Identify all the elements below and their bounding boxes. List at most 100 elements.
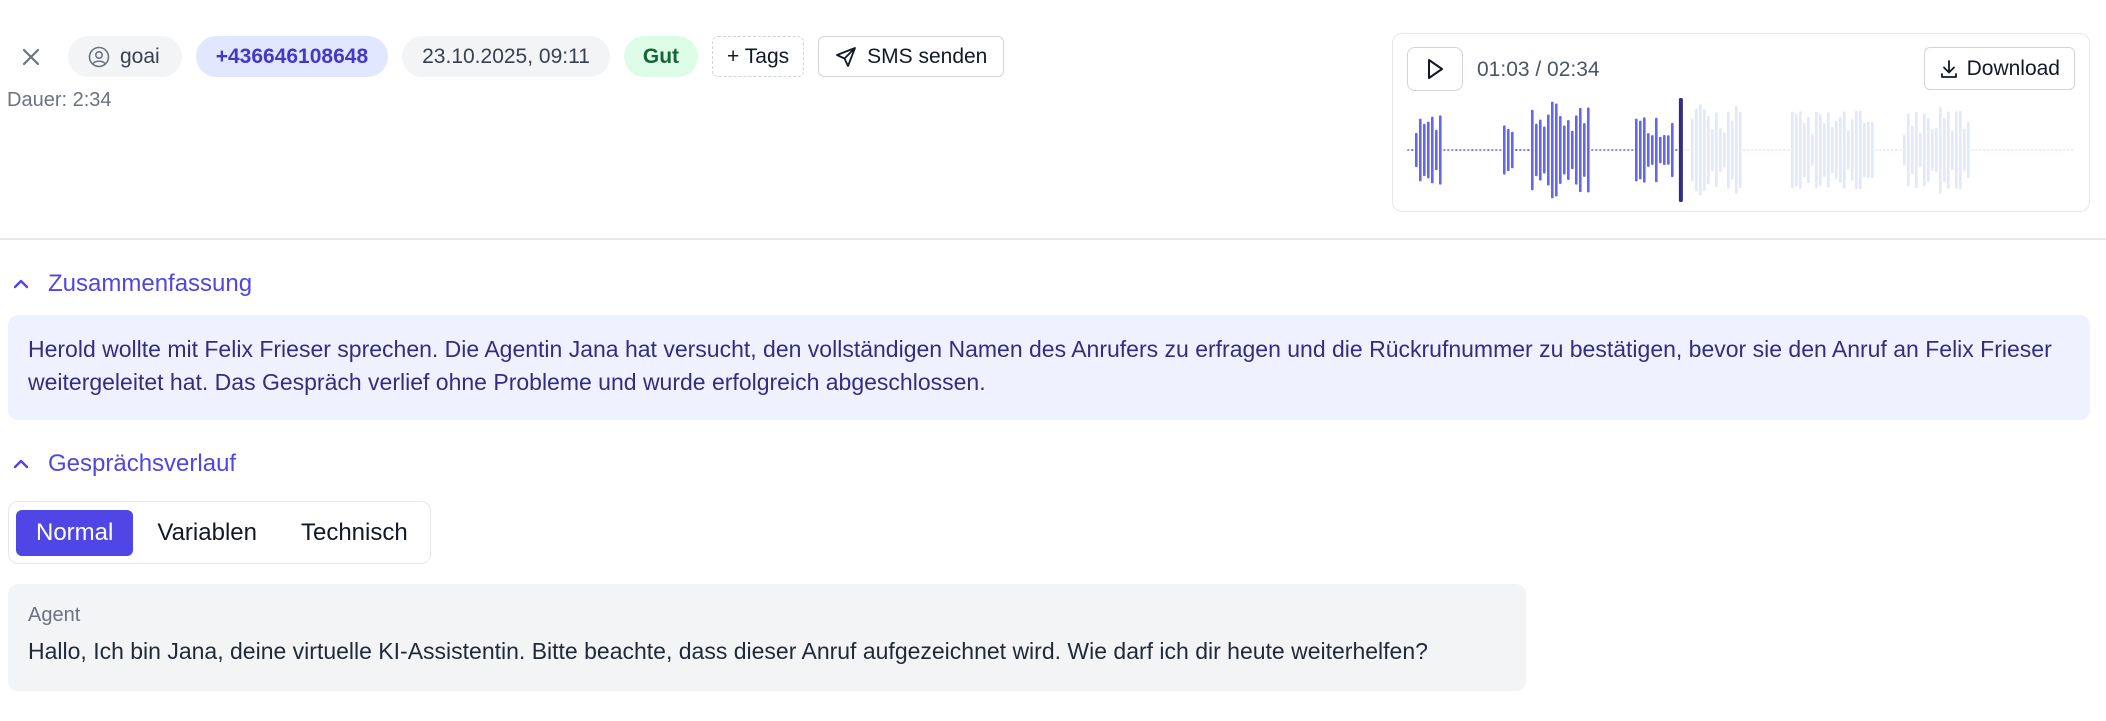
waveform-bar bbox=[1515, 149, 1518, 151]
waveform-bar bbox=[1531, 109, 1534, 191]
waveform-bar bbox=[1619, 149, 1622, 151]
waveform-bar bbox=[1435, 129, 1438, 171]
waveform-bar bbox=[2051, 149, 2054, 151]
waveform-bar bbox=[1923, 113, 1926, 187]
waveform-bar bbox=[1771, 149, 1774, 151]
waveform-bar bbox=[1711, 129, 1714, 171]
waveform-bar bbox=[1963, 128, 1966, 172]
send-sms-button[interactable]: SMS senden bbox=[818, 36, 1005, 77]
waveform-bar bbox=[1887, 149, 1890, 151]
waveform-bar bbox=[1423, 123, 1426, 177]
message-role: Agent bbox=[28, 604, 81, 626]
datetime-chip: 23.10.2025, 09:11 bbox=[402, 36, 610, 77]
phone-chip[interactable]: +436646108648 bbox=[195, 36, 389, 77]
waveform-bar bbox=[1559, 115, 1562, 185]
waveform-bar bbox=[1639, 120, 1642, 180]
playhead-cursor[interactable] bbox=[1678, 98, 1683, 202]
waveform-bar bbox=[1447, 149, 1450, 151]
waveform-bar bbox=[1859, 110, 1862, 190]
waveform-bar bbox=[1463, 149, 1466, 151]
waveform-bar bbox=[1567, 120, 1570, 180]
download-button[interactable]: Download bbox=[1923, 47, 2075, 90]
tab-technisch[interactable]: Technisch bbox=[281, 510, 428, 556]
waveform-bar bbox=[1899, 149, 1902, 151]
waveform-bar bbox=[2019, 149, 2022, 151]
waveform-bar bbox=[1459, 149, 1462, 151]
waveform-bar bbox=[1835, 120, 1838, 180]
waveform-bar bbox=[1599, 149, 1602, 151]
send-sms-label: SMS senden bbox=[867, 44, 988, 68]
waveform-bar bbox=[2027, 149, 2030, 151]
waveform-bar bbox=[1635, 118, 1638, 182]
waveform-bar bbox=[2035, 149, 2038, 151]
waveform-bar bbox=[2055, 149, 2058, 151]
waveform-bar bbox=[1987, 149, 1990, 151]
waveform-bar bbox=[1731, 120, 1734, 180]
conversation-toggle[interactable]: Gesprächsverlauf bbox=[12, 450, 236, 478]
playback-time: 01:03 / 02:34 bbox=[1477, 58, 1600, 81]
play-icon bbox=[1428, 59, 1443, 79]
user-chip[interactable]: goai bbox=[68, 36, 182, 77]
waveform-bar bbox=[1587, 107, 1590, 193]
audio-waveform[interactable] bbox=[1407, 98, 2075, 202]
waveform-bar bbox=[1763, 149, 1766, 151]
add-tags-button[interactable]: + Tags bbox=[712, 36, 805, 77]
waveform-bar bbox=[1543, 126, 1546, 174]
waveform-bar bbox=[1947, 111, 1950, 189]
waveform-bar bbox=[1743, 149, 1746, 151]
waveform-bar bbox=[1411, 149, 1414, 151]
waveform-bar bbox=[1795, 113, 1798, 187]
chevron-up-icon bbox=[13, 459, 29, 469]
waveform-bar bbox=[1799, 111, 1802, 189]
play-button[interactable] bbox=[1407, 47, 1463, 91]
waveform-bar bbox=[1759, 149, 1762, 151]
tab-variablen[interactable]: Variablen bbox=[137, 510, 277, 556]
waveform-bar bbox=[1919, 132, 1922, 168]
waveform-bar bbox=[1843, 111, 1846, 189]
waveform-bar bbox=[1975, 149, 1978, 151]
waveform-bar bbox=[1807, 116, 1810, 184]
waveform-bar bbox=[1439, 115, 1442, 185]
close-icon bbox=[22, 48, 40, 66]
waveform-bar bbox=[1443, 149, 1446, 151]
conversation-title: Gesprächsverlauf bbox=[48, 450, 237, 477]
waveform-bar bbox=[2043, 149, 2046, 151]
waveform-bar bbox=[1431, 116, 1434, 184]
waveform-bar bbox=[1855, 111, 1858, 189]
waveform-bar bbox=[1407, 149, 1410, 151]
waveform-bar bbox=[1999, 149, 2002, 151]
waveform-bar bbox=[1907, 113, 1910, 187]
rating-badge: Gut bbox=[623, 36, 699, 77]
waveform-bar bbox=[1483, 149, 1486, 151]
tab-normal[interactable]: Normal bbox=[16, 509, 134, 556]
waveform-bar bbox=[1915, 111, 1918, 189]
waveform-bar bbox=[1527, 149, 1530, 151]
close-button[interactable] bbox=[14, 40, 48, 74]
waveform-bar bbox=[1451, 149, 1454, 151]
waveform-bar bbox=[1575, 115, 1578, 185]
waveform-bar bbox=[1803, 122, 1806, 178]
waveform-bar bbox=[1935, 128, 1938, 172]
waveform-bar bbox=[1747, 149, 1750, 151]
waveform-bar bbox=[1519, 149, 1522, 151]
waveform-bar bbox=[1523, 149, 1526, 151]
waveform-bar bbox=[1955, 111, 1958, 189]
waveform-bar bbox=[1415, 132, 1418, 168]
waveform-bar bbox=[2015, 149, 2018, 151]
waveform-bar bbox=[1903, 134, 1906, 166]
waveform-bar bbox=[1495, 149, 1498, 151]
waveform-bar bbox=[1471, 149, 1474, 151]
waveform-bar bbox=[1911, 125, 1914, 175]
summary-toggle[interactable]: Zusammenfassung bbox=[12, 270, 252, 298]
waveform-bar bbox=[1895, 149, 1898, 151]
waveform-bar bbox=[1847, 130, 1850, 170]
waveform-bar bbox=[1779, 149, 1782, 151]
waveform-bar bbox=[1583, 123, 1586, 177]
waveform-bar bbox=[1755, 149, 1758, 151]
user-name: goai bbox=[120, 44, 160, 68]
waveform-bar bbox=[1979, 149, 1982, 151]
waveform-bar bbox=[1651, 135, 1654, 165]
waveform-bar bbox=[2007, 149, 2010, 151]
waveform-bar bbox=[1487, 149, 1490, 151]
waveform-bar bbox=[2063, 149, 2066, 151]
